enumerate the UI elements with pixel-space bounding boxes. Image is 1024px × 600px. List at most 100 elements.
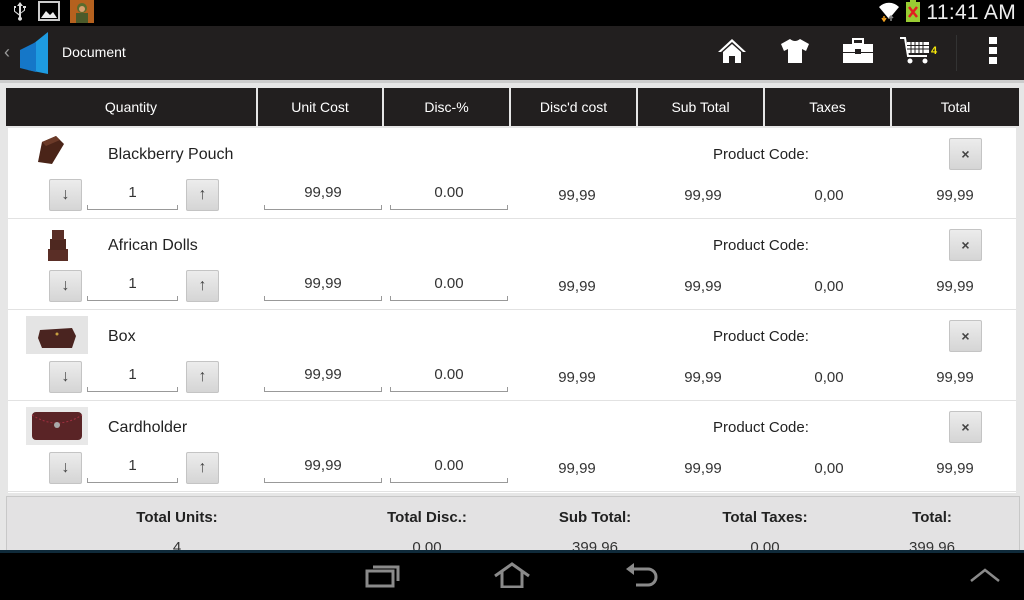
action-bar: ‹ Document 4 bbox=[0, 26, 1024, 80]
action-bar-divider bbox=[956, 35, 957, 71]
unit-cost-input[interactable]: 99,99 bbox=[264, 271, 382, 301]
delete-line-button[interactable]: × bbox=[949, 411, 982, 443]
home-button[interactable] bbox=[700, 26, 763, 80]
quantity-input[interactable]: 1 bbox=[87, 180, 178, 210]
discount-pct-input[interactable]: 0.00 bbox=[390, 453, 508, 483]
back-chevron-icon[interactable]: ‹ bbox=[4, 42, 10, 63]
product-image-box bbox=[26, 316, 88, 354]
quantity-input[interactable]: 1 bbox=[87, 453, 178, 483]
clock: 11:41 AM bbox=[926, 1, 1016, 24]
header-unit-cost: Unit Cost bbox=[258, 88, 382, 126]
discd-cost-value: 99,99 bbox=[558, 369, 596, 386]
header-taxes: Taxes bbox=[765, 88, 890, 126]
quantity-decrease-button[interactable]: ↓ bbox=[49, 452, 82, 484]
discount-pct-input[interactable]: 0.00 bbox=[390, 362, 508, 392]
arrow-up-icon: ↑ bbox=[198, 459, 207, 476]
quantity-input[interactable]: 1 bbox=[87, 362, 178, 392]
quantity-increase-button[interactable]: ↑ bbox=[186, 361, 219, 393]
briefcase-button[interactable] bbox=[826, 26, 889, 80]
home-nav-button[interactable] bbox=[487, 561, 537, 593]
total-disc-label: Total Disc.: bbox=[387, 509, 467, 526]
product-name: Box bbox=[108, 328, 136, 345]
taxes-value: 0,00 bbox=[814, 369, 844, 386]
unit-cost-input[interactable]: 99,99 bbox=[264, 180, 382, 210]
sub-total-label: Sub Total: bbox=[558, 509, 632, 526]
total-disc-value: 0,00 bbox=[412, 539, 442, 550]
table-row[interactable]: Box Product Code: × ↓ 1 ↑ 99,99 0.00 99,… bbox=[8, 310, 1016, 401]
arrow-down-icon: ↓ bbox=[61, 186, 70, 203]
product-image-dolls bbox=[26, 225, 88, 263]
table-row[interactable]: Blackberry Pouch Product Code: × ↓ 1 ↑ 9… bbox=[8, 128, 1016, 219]
sub-total-value: 99,99 bbox=[684, 278, 722, 295]
sub-total-value: 99,99 bbox=[684, 460, 722, 477]
taxes-value: 0,00 bbox=[814, 278, 844, 295]
arrow-up-icon: ↑ bbox=[198, 277, 207, 294]
discd-cost-value: 99,99 bbox=[558, 278, 596, 295]
table-row[interactable]: Cardholder Product Code: × ↓ 1 ↑ 99,99 0… bbox=[8, 401, 1016, 492]
home-icon bbox=[717, 38, 747, 69]
totals-panel: Total Units: Total Disc.: Sub Total: Tot… bbox=[6, 496, 1020, 550]
back-arrow-icon bbox=[624, 562, 660, 593]
header-discd-cost: Disc'd cost bbox=[511, 88, 636, 126]
close-icon: × bbox=[961, 237, 970, 253]
delete-line-button[interactable]: × bbox=[949, 229, 982, 261]
home-outline-icon bbox=[492, 561, 532, 593]
total-value: 99,99 bbox=[936, 187, 974, 204]
discd-cost-value: 99,99 bbox=[558, 460, 596, 477]
quantity-decrease-button[interactable]: ↓ bbox=[49, 270, 82, 302]
table-row[interactable]: African Dolls Product Code: × ↓ 1 ↑ 99,9… bbox=[8, 219, 1016, 310]
product-name: African Dolls bbox=[108, 237, 198, 254]
back-nav-button[interactable] bbox=[617, 561, 667, 593]
quantity-input[interactable]: 1 bbox=[87, 271, 178, 301]
products-button[interactable] bbox=[763, 26, 826, 80]
quantity-decrease-button[interactable]: ↓ bbox=[49, 361, 82, 393]
usb-icon bbox=[12, 1, 28, 26]
quantity-increase-button[interactable]: ↑ bbox=[186, 270, 219, 302]
arrow-down-icon: ↓ bbox=[61, 459, 70, 476]
recent-apps-icon bbox=[365, 562, 401, 593]
product-image-pouch bbox=[26, 134, 88, 172]
overflow-menu-button[interactable] bbox=[961, 26, 1024, 80]
sub-total-value: 99,99 bbox=[684, 187, 722, 204]
arrow-up-icon: ↑ bbox=[198, 186, 207, 203]
taxes-value: 0,00 bbox=[814, 460, 844, 477]
app-logo-icon[interactable] bbox=[18, 32, 50, 79]
arrow-up-icon: ↑ bbox=[198, 368, 207, 385]
sub-total-value: 399,96 bbox=[572, 539, 618, 550]
discount-pct-input[interactable]: 0.00 bbox=[390, 271, 508, 301]
image-icon bbox=[38, 0, 60, 26]
briefcase-icon bbox=[842, 37, 874, 69]
header-total: Total bbox=[892, 88, 1019, 126]
content-top-divider bbox=[0, 80, 1024, 83]
total-taxes-label: Total Taxes: bbox=[722, 509, 808, 526]
product-code-label: Product Code: bbox=[713, 237, 809, 254]
total-value: 99,99 bbox=[936, 460, 974, 477]
quantity-increase-button[interactable]: ↑ bbox=[186, 179, 219, 211]
header-quantity: Quantity bbox=[6, 88, 256, 126]
total-units-label: Total Units: bbox=[136, 509, 218, 526]
total-value: 99,99 bbox=[936, 278, 974, 295]
cart-icon bbox=[899, 36, 931, 71]
unit-cost-input[interactable]: 99,99 bbox=[264, 362, 382, 392]
unit-cost-input[interactable]: 99,99 bbox=[264, 453, 382, 483]
delete-line-button[interactable]: × bbox=[949, 320, 982, 352]
page-title: Document bbox=[62, 44, 126, 60]
header-disc-pct: Disc-% bbox=[384, 88, 509, 126]
arrow-down-icon: ↓ bbox=[61, 277, 70, 294]
discount-pct-input[interactable]: 0.00 bbox=[390, 180, 508, 210]
cart-button[interactable]: 4 bbox=[889, 26, 952, 80]
expand-button[interactable] bbox=[960, 561, 1010, 593]
recent-apps-button[interactable] bbox=[358, 561, 408, 593]
quantity-decrease-button[interactable]: ↓ bbox=[49, 179, 82, 211]
sub-total-value: 99,99 bbox=[684, 369, 722, 386]
discd-cost-value: 99,99 bbox=[558, 187, 596, 204]
tshirt-icon bbox=[780, 38, 810, 69]
quantity-increase-button[interactable]: ↑ bbox=[186, 452, 219, 484]
total-units-value: 4 bbox=[172, 539, 182, 550]
status-bar: 11:41 AM bbox=[0, 0, 1024, 26]
game-app-icon bbox=[70, 0, 94, 28]
total-taxes-value: 0,00 bbox=[750, 539, 780, 550]
grand-total-value: 399,96 bbox=[909, 539, 955, 550]
overflow-menu-icon bbox=[988, 36, 998, 70]
delete-line-button[interactable]: × bbox=[949, 138, 982, 170]
